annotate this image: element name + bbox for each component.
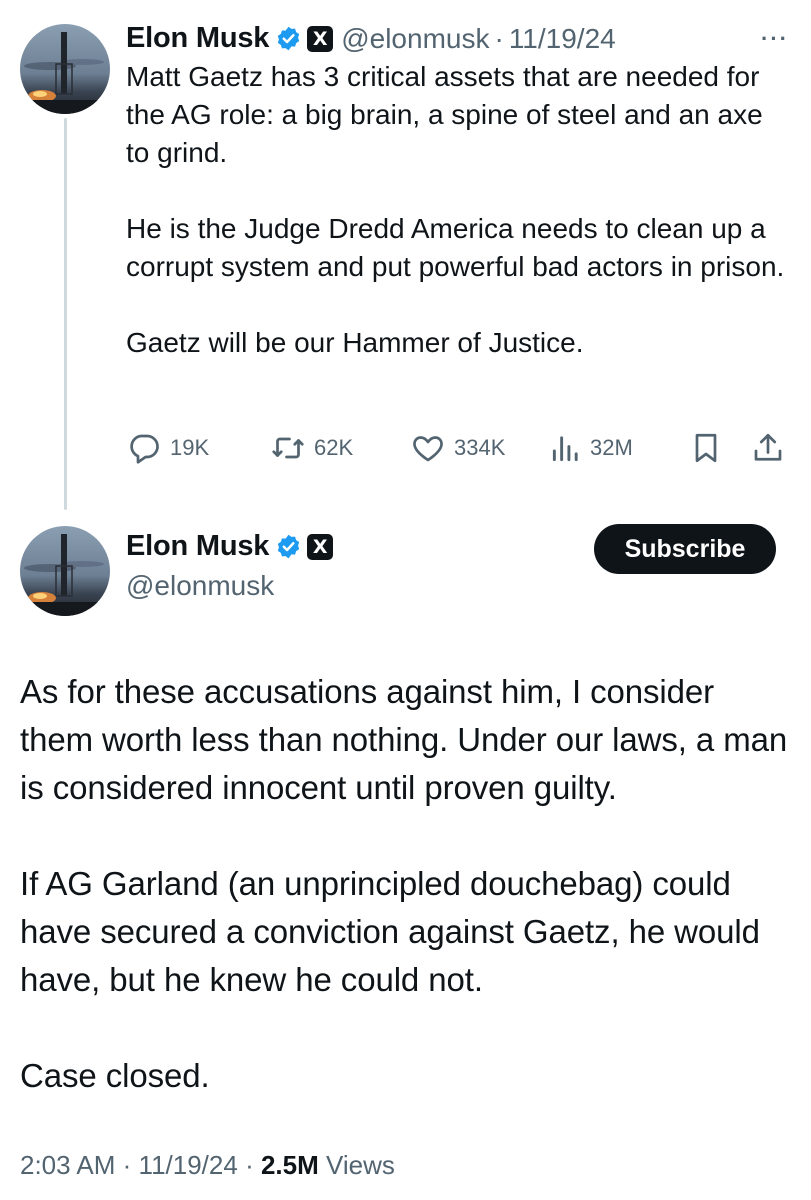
reply-count: 19K: [170, 435, 210, 460]
tweet1-paragraph: Matt Gaetz has 3 critical assets that ar…: [126, 61, 763, 168]
author-handle[interactable]: @elonmusk: [341, 23, 489, 55]
author-name[interactable]: Elon Musk: [126, 22, 269, 55]
tweet1-action-bar: 19K 62K 334K 32M: [126, 430, 786, 474]
repost-count: 62K: [314, 435, 354, 460]
reply-button[interactable]: 19K: [126, 430, 209, 466]
tweet2-paragraph: If AG Garland (an unprincipled douchebag…: [20, 865, 760, 998]
views-label: Views: [326, 1150, 395, 1180]
tweet2-meta: 2:03 AM · 11/19/24 · 2.5M Views: [20, 1150, 395, 1181]
share-icon: [750, 430, 786, 466]
like-count: 334K: [454, 435, 506, 460]
thread-connector-line: [64, 118, 67, 510]
repost-icon: [270, 430, 306, 466]
separator-dot: ·: [494, 22, 504, 54]
tweet-date[interactable]: 11/19/24: [509, 23, 616, 55]
separator-dot: ·: [122, 1150, 132, 1180]
author-handle[interactable]: @elonmusk: [126, 570, 274, 602]
bookmark-button[interactable]: [688, 430, 724, 466]
views-button[interactable]: 32M: [550, 430, 633, 466]
author-name[interactable]: Elon Musk: [126, 530, 269, 563]
share-button[interactable]: [750, 430, 786, 466]
verified-badge-icon: [275, 533, 302, 560]
views-count: 32M: [590, 435, 633, 460]
tweet-date[interactable]: 11/19/24: [139, 1150, 238, 1180]
subscribe-button[interactable]: Subscribe: [594, 524, 776, 574]
tweet-time[interactable]: 2:03 AM: [20, 1150, 115, 1180]
x-affiliation-badge-icon: X: [307, 25, 334, 52]
author-avatar[interactable]: [20, 526, 110, 616]
tweet1-paragraph: He is the Judge Dredd America needs to c…: [126, 213, 785, 282]
tweet2-paragraph: As for these accusations against him, I …: [20, 673, 788, 806]
views-chart-icon: [550, 430, 582, 466]
tweet2-body: As for these accusations against him, I …: [20, 668, 795, 1148]
more-options-icon[interactable]: ···: [761, 26, 789, 52]
tweet2-paragraph: Case closed.: [20, 1057, 210, 1094]
author-avatar[interactable]: [20, 24, 110, 114]
verified-badge-icon: [275, 25, 302, 52]
separator-dot: ·: [245, 1150, 254, 1180]
reply-icon: [126, 430, 162, 466]
tweet1-paragraph: Gaetz will be our Hammer of Justice.: [126, 327, 584, 358]
tweet1-body: Matt Gaetz has 3 critical assets that ar…: [126, 58, 786, 400]
x-affiliation-badge-icon: X: [307, 533, 334, 560]
heart-icon: [410, 430, 446, 466]
like-button[interactable]: 334K: [410, 430, 505, 466]
views-total: 2.5M: [260, 1150, 319, 1180]
tweet1-header: Elon Musk X @elonmusk · 11/19/24: [126, 22, 616, 55]
bookmark-icon: [688, 430, 724, 466]
tweet2-header: Elon Musk X: [126, 530, 334, 563]
repost-button[interactable]: 62K: [270, 430, 353, 466]
